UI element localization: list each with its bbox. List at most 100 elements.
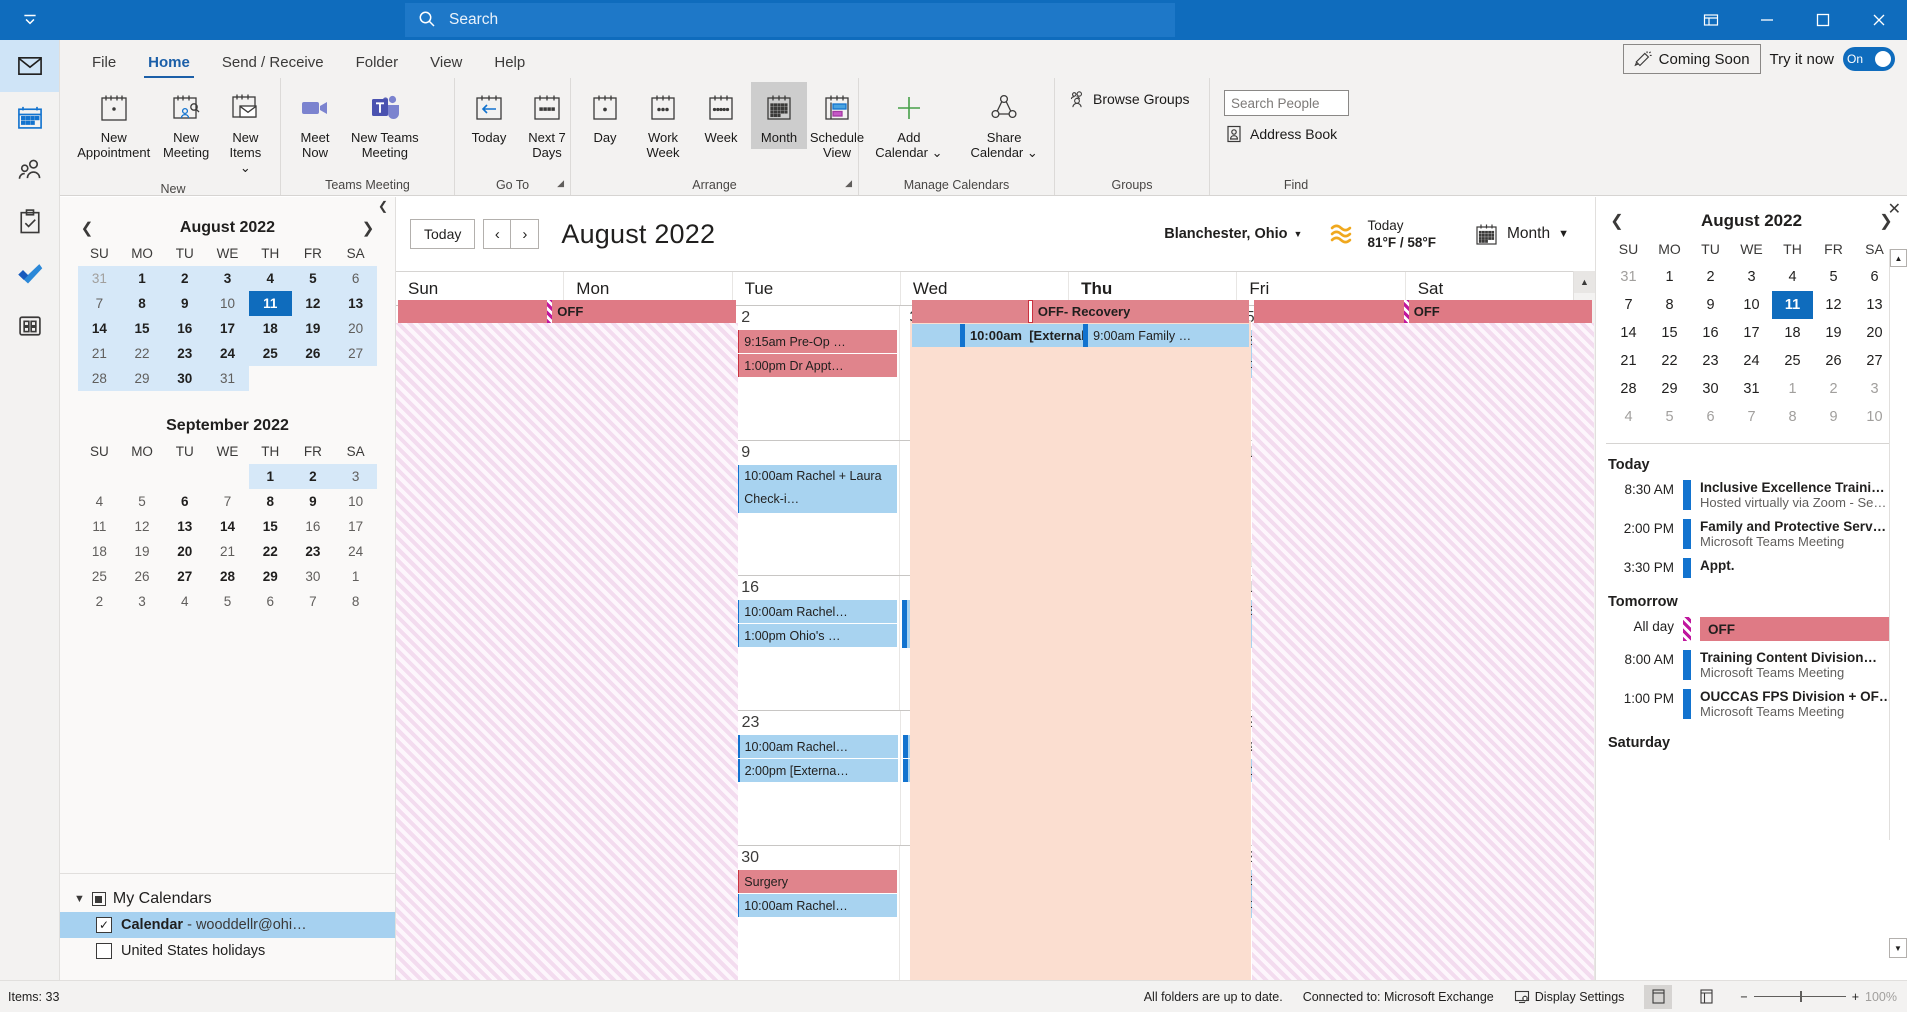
mini-calendar-day[interactable]: 4 [249, 266, 292, 291]
calendar-event[interactable]: Surgery [734, 870, 897, 893]
go-to-dialog-launcher-icon[interactable]: ◢ [557, 173, 564, 193]
mini-calendar-day[interactable]: 5 [206, 589, 249, 614]
close-icon[interactable] [1851, 0, 1907, 40]
date-navigator-day[interactable]: 4 [1772, 263, 1813, 291]
my-calendars-group-header[interactable]: ▼ My Calendars [60, 886, 395, 912]
mini-calendar-day[interactable]: 6 [334, 266, 377, 291]
work-week-view-button[interactable]: Work Week [635, 82, 691, 164]
mini-calendar-day[interactable]: 27 [163, 564, 206, 589]
mini-calendar-prev-button[interactable]: ❮ [78, 219, 96, 237]
mini-calendar-day[interactable]: 17 [206, 316, 249, 341]
mini-calendar-day[interactable]: 14 [206, 514, 249, 539]
mini-calendar-day[interactable]: 13 [334, 291, 377, 316]
mini-calendar-day[interactable]: 18 [78, 539, 121, 564]
agenda-item[interactable]: 3:30 PMAppt. [1596, 556, 1907, 585]
rail-item-mail[interactable] [0, 40, 59, 92]
new-items-button[interactable]: New Items ⌄ [217, 82, 274, 179]
date-navigator-day[interactable]: 25 [1772, 347, 1813, 375]
search-people-input[interactable]: Search People [1224, 90, 1349, 116]
mini-calendar-day[interactable]: 19 [121, 539, 164, 564]
mini-calendar-day[interactable]: 24 [206, 341, 249, 366]
calendar-day-cell[interactable]: 2310:00am Rachel…2:00pm [Externa… [733, 711, 901, 845]
share-calendar-button[interactable]: Share Calendar ⌄ [965, 82, 1044, 164]
date-navigator-prev-button[interactable]: ❮ [1608, 211, 1626, 231]
date-navigator-day[interactable]: 21 [1608, 347, 1649, 375]
date-navigator-day[interactable]: 7 [1731, 403, 1772, 431]
calendar-event[interactable]: 10:00am Rachel + Laura Check-i… [734, 465, 897, 513]
week-view-button[interactable]: Week [693, 82, 749, 149]
mini-calendar-day[interactable]: 27 [334, 341, 377, 366]
add-calendar-button[interactable]: Add Calendar ⌄ [869, 82, 948, 164]
mini-calendar-day[interactable]: 6 [163, 489, 206, 514]
mini-calendar-next-button[interactable]: ❯ [359, 219, 377, 237]
calendar-item-personal[interactable]: ✓ Calendar - wooddellr@ohi… [60, 912, 395, 938]
mini-calendar-day[interactable]: 13 [163, 514, 206, 539]
tab-home[interactable]: Home [134, 48, 204, 78]
address-book-button[interactable]: Address Book [1224, 121, 1343, 147]
date-navigator-day[interactable]: 10 [1731, 291, 1772, 319]
date-navigator-day[interactable]: 1 [1649, 263, 1690, 291]
month-view-button[interactable]: Month [751, 82, 807, 149]
mini-calendar-day[interactable]: 10 [206, 291, 249, 316]
calendar-event[interactable]: 10:00am Rachel… [735, 735, 898, 758]
date-navigator-day[interactable]: 31 [1608, 263, 1649, 291]
rail-item-people[interactable] [0, 144, 59, 196]
mini-calendar-day[interactable]: 7 [292, 589, 335, 614]
view-selector[interactable]: Month ▼ [1474, 222, 1569, 247]
mini-calendar-day[interactable]: 19 [292, 316, 335, 341]
date-navigator-day[interactable]: 22 [1649, 347, 1690, 375]
weather-widget[interactable]: Today 81°F / 58°F [1328, 217, 1436, 251]
mini-calendar-day[interactable]: 1 [249, 464, 292, 489]
todo-scroll-region[interactable]: ▲ [1889, 249, 1907, 840]
calendar-event[interactable]: 1:00pm Dr Appt… [734, 354, 897, 377]
mini-calendar-day[interactable]: 23 [163, 341, 206, 366]
mini-calendar-day[interactable]: 17 [334, 514, 377, 539]
scroll-up-icon[interactable]: ▲ [1574, 271, 1595, 293]
today-button-toolbar[interactable]: Today [410, 219, 475, 249]
calendar-item-us-holidays[interactable]: United States holidays [60, 938, 395, 964]
date-navigator-day[interactable]: 28 [1608, 375, 1649, 403]
date-navigator-day[interactable]: 24 [1731, 347, 1772, 375]
calendar-event[interactable]: 10:00am Rachel… [734, 600, 897, 623]
date-navigator-day[interactable]: 18 [1772, 319, 1813, 347]
new-teams-meeting-button[interactable]: New Teams Meeting [345, 82, 425, 164]
calendar-event-multiday[interactable]: 9:00am Family … [1083, 324, 1249, 347]
maximize-icon[interactable] [1795, 0, 1851, 40]
weather-location-selector[interactable]: Blanchester, Ohio ▼ [1164, 226, 1302, 242]
mini-calendar-day[interactable]: 7 [206, 489, 249, 514]
date-navigator-day[interactable]: 11 [1772, 291, 1813, 319]
mini-calendar-day[interactable]: 31 [78, 266, 121, 291]
mini-calendar-day[interactable]: 9 [163, 291, 206, 316]
zoom-control[interactable]: − + 100% [1740, 990, 1897, 1004]
mini-calendar-day[interactable]: 6 [249, 589, 292, 614]
date-navigator-day[interactable]: 5 [1649, 403, 1690, 431]
date-navigator-day[interactable]: 26 [1813, 347, 1854, 375]
mini-calendar-day[interactable]: 26 [121, 564, 164, 589]
reading-view-button[interactable] [1692, 985, 1720, 1009]
today-button[interactable]: Today [461, 82, 517, 149]
calendar-checkbox-unchecked[interactable] [96, 943, 112, 959]
mini-calendar-day[interactable]: 30 [292, 564, 335, 589]
mini-calendar-day[interactable]: 31 [206, 366, 249, 391]
mini-calendar-day[interactable]: 25 [78, 564, 121, 589]
date-navigator-day[interactable]: 1 [1772, 375, 1813, 403]
calendar-event-multiday[interactable]: OFF [1254, 300, 1592, 323]
calendar-day-cell[interactable]: 1610:00am Rachel…1:00pm Ohio's … [732, 576, 900, 710]
window-group-icon[interactable] [1683, 0, 1739, 40]
mini-calendar-day[interactable]: 29 [121, 366, 164, 391]
date-navigator-day[interactable]: 5 [1813, 263, 1854, 291]
quick-access-toolbar-chevron-icon[interactable] [0, 11, 60, 29]
tab-view[interactable]: View [416, 48, 476, 78]
mini-calendar-day[interactable]: 4 [78, 489, 121, 514]
scroll-down-icon[interactable]: ▼ [1889, 938, 1907, 958]
mini-calendar-day[interactable]: 12 [121, 514, 164, 539]
mini-calendar-day[interactable]: 18 [249, 316, 292, 341]
date-navigator-day[interactable]: 6 [1690, 403, 1731, 431]
try-it-now-toggle[interactable]: On [1843, 47, 1895, 71]
mini-calendar-day[interactable]: 28 [78, 366, 121, 391]
agenda-item[interactable]: All dayOFF [1596, 615, 1907, 648]
date-navigator-day[interactable]: 4 [1608, 403, 1649, 431]
mini-calendar-day[interactable]: 2 [78, 589, 121, 614]
agenda-item[interactable]: 8:30 AMInclusive Excellence Traini…Hoste… [1596, 478, 1907, 517]
mini-calendar-day[interactable]: 20 [334, 316, 377, 341]
